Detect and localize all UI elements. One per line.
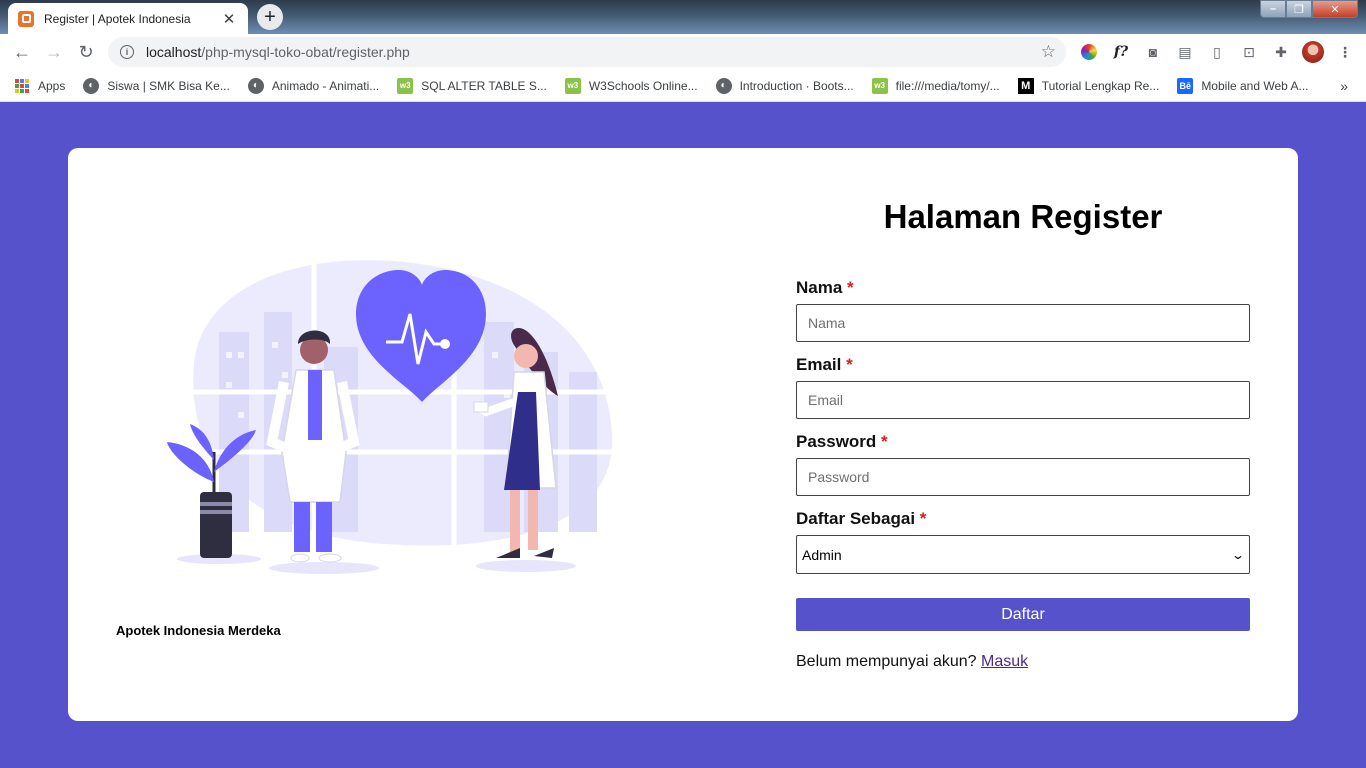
- globe-icon: ◐: [247, 77, 264, 94]
- bookmark-label: Apps: [38, 78, 66, 93]
- browser-toolbar: ← → ↻ i localhost/php-mysql-toko-obat/re…: [0, 34, 1366, 70]
- forward-arrow-icon[interactable]: →: [38, 36, 70, 68]
- url-host: localhost: [146, 44, 202, 60]
- bookmark-label: Animado - Animati...: [271, 78, 380, 93]
- font-finder-extension-icon[interactable]: f?: [1110, 41, 1132, 63]
- bookmarks-bar: Apps ◐ Siswa | SMK Bisa Ke... ◐ Animado …: [0, 70, 1366, 102]
- nama-label-text: Nama: [796, 278, 843, 297]
- xampp-favicon-icon: [18, 10, 34, 27]
- bookmark-label: Mobile and Web A...: [1201, 78, 1309, 93]
- address-bar[interactable]: i localhost/php-mysql-toko-obat/register…: [108, 37, 1066, 67]
- login-prompt: Belum mempunyai akun? Masuk: [796, 653, 1028, 671]
- role-label-text: Daftar Sebagai: [796, 509, 916, 528]
- illustration-caption: Apotek Indonesia Merdeka: [116, 623, 281, 638]
- reload-icon[interactable]: ↻: [70, 36, 102, 68]
- bookmark-item[interactable]: ◐ Siswa | SMK Bisa Ke...: [83, 77, 230, 94]
- nama-input[interactable]: [796, 304, 1250, 342]
- menu-kebab-icon[interactable]: ⋮: [1334, 41, 1356, 63]
- bookmark-label: W3Schools Online...: [588, 78, 698, 93]
- login-prompt-text: Belum mempunyai akun?: [796, 653, 977, 670]
- minimize-button[interactable]: –: [1260, 0, 1286, 18]
- bookmark-item[interactable]: w3 SQL ALTER TABLE S...: [397, 77, 547, 94]
- register-card: Apotek Indonesia Merdeka Halaman Registe…: [68, 148, 1298, 721]
- new-tab-button[interactable]: +: [257, 4, 283, 30]
- back-arrow-icon[interactable]: ←: [6, 36, 38, 68]
- bookmark-label: Introduction · Boots...: [739, 78, 854, 93]
- required-asterisk: *: [919, 509, 927, 528]
- info-icon[interactable]: i: [120, 45, 134, 59]
- more-bookmarks-chevron-icon[interactable]: »: [1340, 78, 1348, 94]
- maximize-button[interactable]: ❐: [1286, 0, 1312, 18]
- register-submit-button[interactable]: Daftar: [796, 598, 1250, 631]
- window-controls: – ❐ ✕: [1260, 0, 1358, 18]
- globe-icon: ◐: [715, 77, 732, 94]
- color-picker-extension-icon[interactable]: [1078, 41, 1100, 63]
- w3schools-icon: w3: [397, 77, 414, 94]
- behance-icon: Bē: [1177, 77, 1194, 94]
- chevron-down-icon: ⌄: [1230, 547, 1246, 562]
- profile-avatar[interactable]: [1302, 41, 1324, 63]
- role-select[interactable]: Admin ⌄: [796, 535, 1250, 574]
- url-path: /php-mysql-toko-obat/register.php: [201, 44, 410, 60]
- close-tab-icon[interactable]: ✕: [220, 10, 238, 28]
- extensions-area: f? ◙ ▤ ▯ ⊡ ✚ ⋮: [1078, 41, 1356, 63]
- w3schools-icon: w3: [871, 77, 888, 94]
- nama-label: Nama *: [796, 278, 854, 298]
- email-label: Email *: [796, 355, 853, 375]
- bookmark-item[interactable]: w3 W3Schools Online...: [564, 77, 698, 94]
- bookmark-label: file:///media/tomy/...: [895, 78, 1000, 93]
- bookmark-apps[interactable]: Apps: [14, 78, 65, 94]
- browser-tab[interactable]: Register | Apotek Indonesia ✕: [8, 3, 248, 34]
- password-label-text: Password: [796, 432, 877, 451]
- bookmark-item[interactable]: w3 file:///media/tomy/...: [871, 77, 1000, 94]
- camera-extension-icon[interactable]: ◙: [1142, 41, 1164, 63]
- password-label: Password *: [796, 432, 888, 452]
- required-asterisk: *: [847, 278, 854, 297]
- required-asterisk: *: [881, 432, 888, 451]
- email-label-text: Email: [796, 355, 842, 374]
- medium-icon: M: [1017, 77, 1034, 94]
- password-input[interactable]: [796, 458, 1250, 496]
- bookmark-star-icon[interactable]: ☆: [1041, 42, 1056, 62]
- required-asterisk: *: [846, 355, 853, 374]
- bookmark-item[interactable]: M Tutorial Lengkap Re...: [1017, 77, 1160, 94]
- bookmark-label: Siswa | SMK Bisa Ke...: [107, 78, 230, 93]
- doctors-illustration: [167, 252, 614, 574]
- role-label: Daftar Sebagai *: [796, 509, 926, 529]
- bookmark-item[interactable]: ◐ Animado - Animati...: [247, 77, 380, 94]
- email-input[interactable]: [796, 381, 1250, 419]
- bookmark-label: Tutorial Lengkap Re...: [1041, 78, 1160, 93]
- puzzle-extensions-icon[interactable]: ✚: [1270, 41, 1292, 63]
- bookmark-label: SQL ALTER TABLE S...: [421, 78, 547, 93]
- login-link[interactable]: Masuk: [981, 653, 1028, 670]
- w3schools-icon: w3: [564, 77, 581, 94]
- cast-extension-icon[interactable]: ⊡: [1238, 41, 1260, 63]
- close-window-button[interactable]: ✕: [1312, 0, 1358, 18]
- role-selected-value: Admin: [802, 546, 842, 563]
- apps-grid-icon: [14, 78, 30, 94]
- phone-extension-icon[interactable]: ▯: [1206, 41, 1228, 63]
- bookmark-item[interactable]: ◐ Introduction · Boots...: [715, 77, 854, 94]
- page-title: Halaman Register: [883, 198, 1163, 235]
- calendar-extension-icon[interactable]: ▤: [1174, 41, 1196, 63]
- tab-title: Register | Apotek Indonesia: [44, 11, 191, 26]
- globe-icon: ◐: [83, 77, 100, 94]
- bookmark-item[interactable]: Bē Mobile and Web A...: [1177, 77, 1309, 94]
- browser-titlebar: Register | Apotek Indonesia ✕ + – ❐ ✕: [0, 0, 1366, 34]
